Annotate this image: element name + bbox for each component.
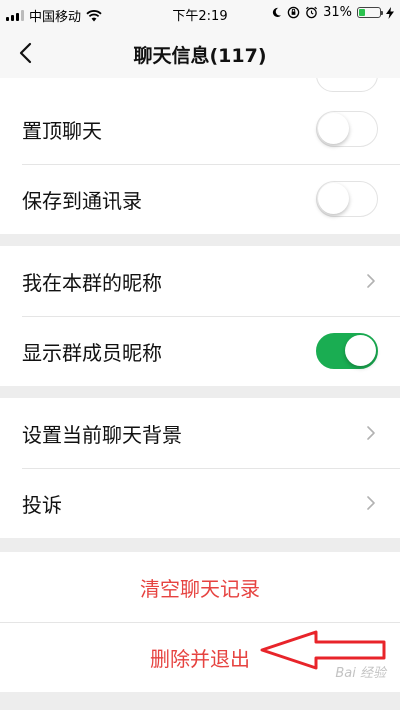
clear-history-button[interactable]: 清空聊天记录	[0, 552, 400, 622]
partial-toggle	[316, 78, 378, 92]
set-chat-background-label: 设置当前聊天背景	[22, 422, 182, 447]
partial-toggle-row	[0, 78, 400, 94]
battery-percent: 31%	[323, 5, 352, 20]
section-gap	[0, 234, 400, 246]
toggle-knob	[318, 183, 349, 214]
row-pin-chat: 置顶聊天	[0, 94, 400, 164]
clear-history-label: 清空聊天记录	[140, 576, 260, 601]
battery-icon	[357, 7, 383, 18]
nav-bar: 聊天信息(117)	[0, 28, 400, 78]
show-member-nicknames-label: 显示群成员昵称	[22, 340, 162, 365]
section-gap	[0, 538, 400, 552]
settings-group-3: 设置当前聊天背景 投诉	[0, 398, 400, 538]
rotation-lock-icon	[287, 6, 300, 19]
save-to-contacts-toggle[interactable]	[316, 181, 378, 217]
pin-chat-label: 置顶聊天	[22, 118, 102, 143]
chevron-right-icon	[367, 426, 375, 440]
status-right: 31%	[271, 5, 394, 20]
pin-chat-toggle[interactable]	[316, 111, 378, 147]
screen: 中国移动 下午2:19 31% 聊天信息(117) 置顶聊天 保存到通讯录 我在…	[0, 0, 400, 710]
my-group-nickname-label: 我在本群的昵称	[22, 270, 162, 295]
settings-list: 置顶聊天 保存到通讯录 我在本群的昵称 显示群成员昵称 设置当前聊天背景 投诉 …	[0, 78, 400, 692]
toggle-knob	[345, 335, 376, 366]
row-my-group-nickname[interactable]: 我在本群的昵称	[0, 246, 400, 316]
show-member-nicknames-toggle[interactable]	[316, 333, 378, 369]
row-set-chat-background[interactable]: 设置当前聊天背景	[0, 398, 400, 468]
report-label: 投诉	[22, 492, 62, 517]
charging-icon	[386, 6, 394, 19]
page-title: 聊天信息(117)	[133, 45, 267, 67]
moon-icon	[272, 7, 282, 18]
row-show-member-nicknames: 显示群成员昵称	[0, 316, 400, 386]
battery-fill	[359, 9, 366, 16]
section-gap	[0, 386, 400, 398]
delete-and-exit-label: 删除并退出	[150, 646, 250, 671]
row-report[interactable]: 投诉	[0, 468, 400, 538]
chevron-right-icon	[367, 274, 375, 288]
status-bar: 中国移动 下午2:19 31%	[0, 0, 400, 28]
delete-and-exit-button[interactable]: 删除并退出	[0, 622, 400, 692]
actions-group: 清空聊天记录 删除并退出	[0, 552, 400, 692]
alarm-icon	[306, 6, 318, 19]
row-save-to-contacts: 保存到通讯录	[0, 164, 400, 234]
chevron-right-icon	[367, 496, 375, 510]
save-to-contacts-label: 保存到通讯录	[22, 188, 142, 213]
settings-group-2: 我在本群的昵称 显示群成员昵称	[0, 246, 400, 386]
toggle-knob	[318, 113, 349, 144]
settings-group-1: 置顶聊天 保存到通讯录	[0, 94, 400, 234]
